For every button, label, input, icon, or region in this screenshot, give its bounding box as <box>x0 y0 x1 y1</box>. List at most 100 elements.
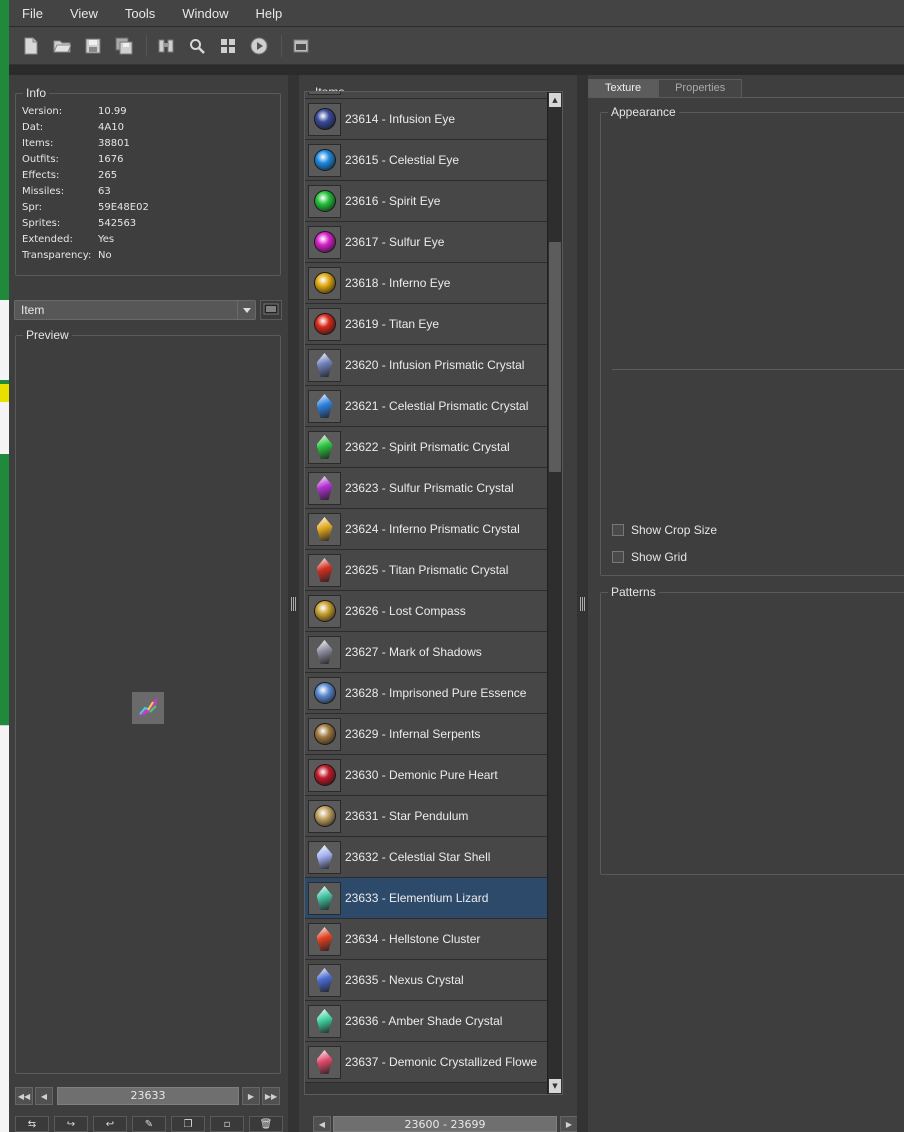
item-thumbnail <box>308 840 341 874</box>
list-item[interactable]: 23626 - Lost Compass <box>305 591 548 632</box>
item-thumbnail <box>308 799 341 833</box>
list-item[interactable]: 23627 - Mark of Shadows <box>305 632 548 673</box>
list-item[interactable]: 23630 - Demonic Pure Heart <box>305 755 548 796</box>
gem-sprite-icon <box>313 682 336 704</box>
list-item[interactable]: 23616 - Spirit Eye <box>305 181 548 222</box>
open-folder-icon[interactable] <box>51 35 73 57</box>
items-list[interactable]: 23614 - Infusion Eye 23615 - Celestial Ey… <box>304 91 563 1095</box>
list-item-label: 23636 - Amber Shade Crystal <box>345 1014 503 1028</box>
list-item[interactable]: 23628 - Imprisoned Pure Essence <box>305 673 548 714</box>
list-item-label: 23627 - Mark of Shadows <box>345 645 482 659</box>
terminal-icon[interactable] <box>290 35 312 57</box>
list-item[interactable]: 23633 - Elementium Lizard <box>305 878 548 919</box>
scrollbar-thumb[interactable] <box>549 242 561 472</box>
range-field[interactable]: 23600 - 23699 <box>333 1116 557 1132</box>
tab-texture[interactable]: Texture <box>588 79 659 97</box>
list-item-label: 23620 - Infusion Prismatic Crystal <box>345 358 525 372</box>
list-item[interactable]: 23624 - Inferno Prismatic Crystal <box>305 509 548 550</box>
list-options-icon <box>263 303 279 318</box>
next-page-button[interactable]: ▶ <box>560 1116 578 1132</box>
list-item[interactable]: 23623 - Sulfur Prismatic Crystal <box>305 468 548 509</box>
save-all-icon[interactable] <box>113 35 135 57</box>
gem-sprite-icon <box>313 805 336 827</box>
item-thumbnail <box>308 266 341 300</box>
list-item[interactable]: 23621 - Celestial Prismatic Crystal <box>305 386 548 427</box>
play-animation-icon[interactable] <box>248 35 270 57</box>
gem-sprite-icon <box>313 272 336 294</box>
import-icon: ↪ <box>66 1118 76 1130</box>
list-item[interactable]: 23619 - Titan Eye <box>305 304 548 345</box>
first-item-button[interactable]: ◀◀ <box>15 1087 33 1105</box>
crystal-sprite-icon <box>316 435 333 459</box>
right-splitter[interactable] <box>577 75 588 1132</box>
items-scrollbar[interactable]: ▲ ▼ <box>547 92 562 1094</box>
list-item-label: 23614 - Infusion Eye <box>345 112 456 126</box>
checkbox-box[interactable] <box>612 551 624 563</box>
last-item-button[interactable]: ▶▶ <box>262 1087 280 1105</box>
find-icon[interactable] <box>186 35 208 57</box>
menu-view[interactable]: View <box>70 6 98 21</box>
new-button[interactable]: ▫ <box>210 1116 244 1132</box>
scroll-up-icon[interactable]: ▲ <box>549 93 561 107</box>
import-button[interactable]: ↪ <box>54 1116 88 1132</box>
list-item[interactable]: 23629 - Infernal Serpents <box>305 714 548 755</box>
new-file-icon[interactable] <box>20 35 42 57</box>
appearance-divider <box>612 369 904 370</box>
list-item[interactable]: 23625 - Titan Prismatic Crystal <box>305 550 548 591</box>
current-id-field[interactable]: 23633 <box>57 1087 239 1105</box>
show-grid-checkbox[interactable]: Show Grid <box>612 550 687 564</box>
list-item[interactable]: 23614 - Infusion Eye <box>305 99 548 140</box>
list-item[interactable]: 23617 - Sulfur Eye <box>305 222 548 263</box>
texture-panel: Texture Properties Appearance Show Crop … <box>588 75 904 1132</box>
list-item[interactable]: 23636 - Amber Shade Crystal <box>305 1001 548 1042</box>
list-item[interactable]: 23634 - Hellstone Cluster <box>305 919 548 960</box>
lizard-sprite-icon <box>138 698 158 716</box>
list-item[interactable]: 23632 - Celestial Star Shell <box>305 837 548 878</box>
gem-sprite-icon <box>313 313 336 335</box>
list-item[interactable]: 23622 - Spirit Prismatic Crystal <box>305 427 548 468</box>
chevron-down-icon[interactable] <box>237 301 255 319</box>
edit-button[interactable]: ✎ <box>132 1116 166 1132</box>
tab-properties[interactable]: Properties <box>658 79 743 97</box>
crystal-sprite-icon <box>316 476 333 500</box>
prev-page-button[interactable]: ◀ <box>313 1116 331 1132</box>
menu-window[interactable]: Window <box>182 6 228 21</box>
appearance-group: Appearance Show Crop Size Show Grid <box>600 105 904 576</box>
category-select[interactable]: Item <box>14 300 256 320</box>
list-item-label: 23628 - Imprisoned Pure Essence <box>345 686 527 700</box>
replace-button[interactable]: ⇆ <box>15 1116 49 1132</box>
menu-bar: File View Tools Window Help <box>9 0 904 27</box>
list-item-label: 23631 - Star Pendulum <box>345 809 469 823</box>
edit-icon: ✎ <box>144 1118 154 1130</box>
checkbox-box[interactable] <box>612 524 624 536</box>
prev-item-button[interactable]: ◀ <box>35 1087 53 1105</box>
compile-icon[interactable] <box>155 35 177 57</box>
category-options-button[interactable] <box>260 300 282 320</box>
list-item[interactable]: 23615 - Celestial Eye <box>305 140 548 181</box>
left-splitter[interactable] <box>288 75 299 1132</box>
gem-sprite-icon <box>313 190 336 212</box>
appearance-title: Appearance <box>608 105 679 119</box>
menu-help[interactable]: Help <box>256 6 283 21</box>
list-item[interactable]: 23637 - Demonic Crystallized Flowe <box>305 1042 548 1083</box>
show-crop-size-checkbox[interactable]: Show Crop Size <box>612 523 717 537</box>
delete-button[interactable]: 🗑 <box>249 1116 283 1132</box>
export-button[interactable]: ↩ <box>93 1116 127 1132</box>
item-thumbnail <box>308 389 341 423</box>
tab-content: Appearance Show Crop Size Show Grid Patt… <box>588 97 904 1132</box>
list-item-partial[interactable] <box>305 92 548 99</box>
crystal-sprite-icon <box>316 353 333 377</box>
next-item-button[interactable]: ▶ <box>242 1087 260 1105</box>
list-item[interactable]: 23618 - Inferno Eye <box>305 263 548 304</box>
list-item[interactable]: 23620 - Infusion Prismatic Crystal <box>305 345 548 386</box>
menu-file[interactable]: File <box>22 6 43 21</box>
item-thumbnail <box>308 881 341 915</box>
save-icon[interactable] <box>82 35 104 57</box>
duplicate-button[interactable]: ❐ <box>171 1116 205 1132</box>
scroll-down-icon[interactable]: ▼ <box>549 1079 561 1093</box>
sprite-grid-icon[interactable] <box>217 35 239 57</box>
list-item[interactable]: 23631 - Star Pendulum <box>305 796 548 837</box>
list-item[interactable]: 23635 - Nexus Crystal <box>305 960 548 1001</box>
gem-sprite-icon <box>313 149 336 171</box>
menu-tools[interactable]: Tools <box>125 6 155 21</box>
